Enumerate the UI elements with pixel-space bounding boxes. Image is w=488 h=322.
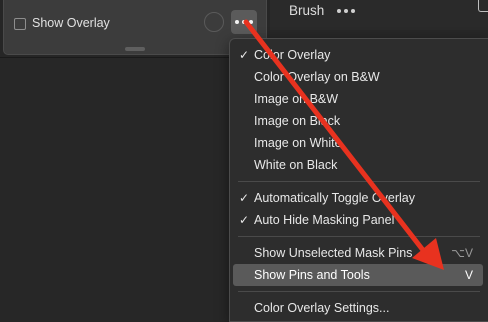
menu-item-label: Color Overlay [254, 48, 331, 62]
menu-item-label: Show Pins and Tools [254, 268, 370, 282]
brush-panel-header: Brush [270, 0, 488, 30]
brush-more-icon[interactable] [337, 9, 355, 13]
shortcut-label: ⌥V [451, 246, 473, 260]
menu-separator [238, 181, 480, 182]
menu-item-label: Auto Hide Masking Panel [254, 213, 395, 227]
menu-separator [238, 291, 480, 292]
dot-icon [242, 20, 246, 24]
menu-item-label: Image on White [254, 136, 342, 150]
show-overlay-label[interactable]: Show Overlay [32, 16, 110, 30]
checkmark-icon: ✓ [239, 191, 250, 205]
menu-item-label: Color Overlay Settings... [254, 301, 390, 315]
show-overlay-checkbox[interactable] [14, 18, 26, 30]
menu-item-label: Automatically Toggle Overlay [254, 191, 415, 205]
more-options-button[interactable] [231, 10, 257, 34]
dot-icon [249, 20, 253, 24]
menu-item-label: White on Black [254, 158, 338, 172]
resize-handle[interactable] [125, 47, 145, 51]
menu-item-color-overlay[interactable]: ✓ Color Overlay [233, 44, 483, 66]
checkmark-icon: ✓ [239, 213, 250, 227]
menu-item-image-on-bw[interactable]: Image on B&W [233, 88, 483, 110]
shortcut-label: V [464, 268, 473, 282]
menu-item-show-unselected-mask-pins[interactable]: Show Unselected Mask Pins ⌥V [233, 242, 483, 264]
menu-item-image-on-black[interactable]: Image on Black [233, 110, 483, 132]
menu-item-color-overlay-settings[interactable]: Color Overlay Settings... [233, 297, 483, 319]
menu-item-label: Image on Black [254, 114, 341, 128]
menu-item-label: Color Overlay on B&W [254, 70, 380, 84]
mask-card[interactable]: Show Overlay [3, 0, 267, 55]
menu-separator [238, 236, 480, 237]
menu-item-image-on-white[interactable]: Image on White [233, 132, 483, 154]
overlay-options-menu: ✓ Color Overlay Color Overlay on B&W Ima… [229, 38, 488, 322]
panel-toggle-icon[interactable] [478, 0, 488, 12]
overlay-color-swatch-button[interactable] [204, 12, 224, 32]
menu-item-auto-toggle-overlay[interactable]: ✓ Automatically Toggle Overlay [233, 187, 483, 209]
menu-item-auto-hide-masking-panel[interactable]: ✓ Auto Hide Masking Panel [233, 209, 483, 231]
menu-item-label: Image on B&W [254, 92, 339, 106]
menu-item-color-overlay-bw[interactable]: Color Overlay on B&W [233, 66, 483, 88]
dot-icon [235, 20, 239, 24]
brush-title: Brush [289, 3, 325, 18]
menu-item-show-pins-and-tools[interactable]: Show Pins and Tools V [233, 264, 483, 286]
checkmark-icon: ✓ [239, 48, 250, 62]
menu-item-label: Show Unselected Mask Pins [254, 246, 413, 260]
menu-item-white-on-black[interactable]: White on Black [233, 154, 483, 176]
